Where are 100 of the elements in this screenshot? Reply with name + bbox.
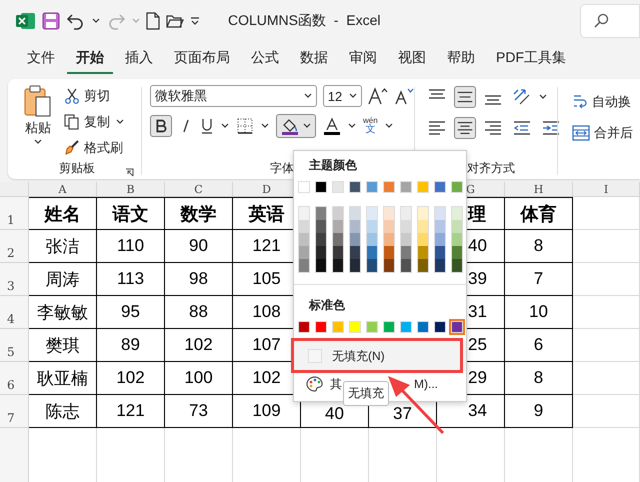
color-swatch[interactable]: [435, 259, 445, 272]
color-swatch[interactable]: [400, 321, 412, 333]
align-center-icon[interactable]: [454, 117, 476, 139]
column-header[interactable]: C: [165, 182, 233, 197]
color-swatch[interactable]: [452, 246, 462, 259]
column-header[interactable]: I: [573, 182, 640, 197]
color-swatch[interactable]: [383, 321, 395, 333]
row-header[interactable]: 2: [0, 230, 29, 263]
color-swatch[interactable]: [401, 259, 411, 272]
color-swatch[interactable]: [435, 233, 445, 246]
color-swatch[interactable]: [434, 181, 446, 193]
phonetic-guide-button[interactable]: wén 文: [363, 117, 378, 135]
menu-item[interactable]: 无填充(N): [294, 341, 466, 371]
color-swatch[interactable]: [332, 181, 344, 193]
color-swatch[interactable]: [384, 220, 394, 233]
color-swatch[interactable]: [451, 321, 463, 333]
color-swatch[interactable]: [316, 220, 326, 233]
color-swatch[interactable]: [366, 181, 378, 193]
ribbon-tab[interactable]: 页面布局: [165, 44, 239, 74]
row-header[interactable]: 3: [0, 263, 29, 296]
row-header[interactable]: 4: [0, 296, 29, 329]
font-color-icon[interactable]: [323, 117, 341, 135]
color-swatch[interactable]: [367, 207, 377, 220]
save-icon[interactable]: [42, 12, 60, 30]
color-swatch[interactable]: [350, 220, 360, 233]
color-swatch[interactable]: [367, 220, 377, 233]
ribbon-tab[interactable]: 数据: [291, 44, 337, 74]
color-swatch[interactable]: [316, 233, 326, 246]
row-header[interactable]: 5: [0, 329, 29, 362]
spreadsheet-app-icon[interactable]: [16, 12, 36, 30]
color-swatch[interactable]: [366, 321, 378, 333]
color-swatch[interactable]: [435, 207, 445, 220]
color-swatch[interactable]: [401, 233, 411, 246]
color-swatch[interactable]: [299, 207, 309, 220]
row-header[interactable]: 6: [0, 362, 29, 395]
row-header[interactable]: [0, 428, 29, 482]
color-swatch[interactable]: [367, 246, 377, 259]
caret-icon[interactable]: [261, 123, 269, 129]
color-swatch[interactable]: [299, 259, 309, 272]
color-swatch[interactable]: [434, 321, 446, 333]
fill-color-button[interactable]: [276, 114, 316, 138]
color-swatch[interactable]: [418, 259, 428, 272]
new-document-icon[interactable]: [146, 12, 160, 30]
color-swatch[interactable]: [418, 246, 428, 259]
color-swatch[interactable]: [350, 246, 360, 259]
caret-icon[interactable]: [384, 123, 393, 129]
menu-item-text[interactable]: M)...: [414, 377, 438, 391]
align-middle-icon[interactable]: [454, 86, 476, 108]
color-swatch[interactable]: [418, 220, 428, 233]
customize-caret-icon[interactable]: [190, 17, 200, 25]
menu-item-text[interactable]: 其: [330, 376, 342, 392]
ribbon-tab[interactable]: 视图: [389, 44, 435, 74]
caret-icon[interactable]: [539, 94, 547, 100]
color-swatch[interactable]: [299, 220, 309, 233]
increase-font-size-icon[interactable]: [368, 87, 388, 105]
borders-icon[interactable]: [236, 117, 254, 135]
color-swatch[interactable]: [315, 321, 327, 333]
color-swatch[interactable]: [384, 207, 394, 220]
color-swatch[interactable]: [349, 321, 361, 333]
color-swatch[interactable]: [452, 233, 462, 246]
color-swatch[interactable]: [299, 233, 309, 246]
color-swatch[interactable]: [350, 207, 360, 220]
palette-icon[interactable]: [306, 376, 324, 392]
color-swatch[interactable]: [315, 181, 327, 193]
underline-icon[interactable]: [200, 117, 214, 135]
select-all-corner[interactable]: [0, 182, 29, 197]
font-size-field[interactable]: 12: [322, 85, 362, 107]
color-swatch[interactable]: [316, 259, 326, 272]
caret-icon[interactable]: [92, 18, 100, 24]
color-swatch[interactable]: [452, 207, 462, 220]
search-button[interactable]: [580, 4, 640, 38]
color-swatch[interactable]: [452, 259, 462, 272]
caret-icon[interactable]: [348, 123, 356, 129]
row-header[interactable]: 1: [0, 197, 29, 230]
color-swatch[interactable]: [401, 246, 411, 259]
bold-icon[interactable]: [150, 115, 172, 137]
color-swatch[interactable]: [400, 181, 412, 193]
row-header[interactable]: 7: [0, 395, 29, 428]
color-swatch[interactable]: [298, 321, 310, 333]
format-painter-button[interactable]: 格式刷: [64, 137, 124, 158]
column-header[interactable]: A: [29, 182, 97, 197]
caret-icon[interactable]: [116, 118, 124, 124]
color-swatch[interactable]: [367, 259, 377, 272]
color-swatch[interactable]: [435, 220, 445, 233]
color-swatch[interactable]: [316, 207, 326, 220]
paste-button[interactable]: 粘贴: [18, 85, 58, 158]
column-header[interactable]: B: [97, 182, 165, 197]
color-swatch[interactable]: [299, 246, 309, 259]
color-swatch[interactable]: [350, 259, 360, 272]
color-swatch[interactable]: [401, 220, 411, 233]
color-swatch[interactable]: [384, 246, 394, 259]
color-swatch[interactable]: [452, 220, 462, 233]
merge-center-button[interactable]: 合并后: [572, 122, 640, 143]
color-swatch[interactable]: [349, 181, 361, 193]
color-swatch[interactable]: [384, 233, 394, 246]
color-swatch[interactable]: [333, 207, 343, 220]
color-swatch[interactable]: [316, 246, 326, 259]
color-swatch[interactable]: [384, 259, 394, 272]
folder-icon[interactable]: [166, 13, 184, 29]
caret-icon[interactable]: [221, 123, 229, 129]
